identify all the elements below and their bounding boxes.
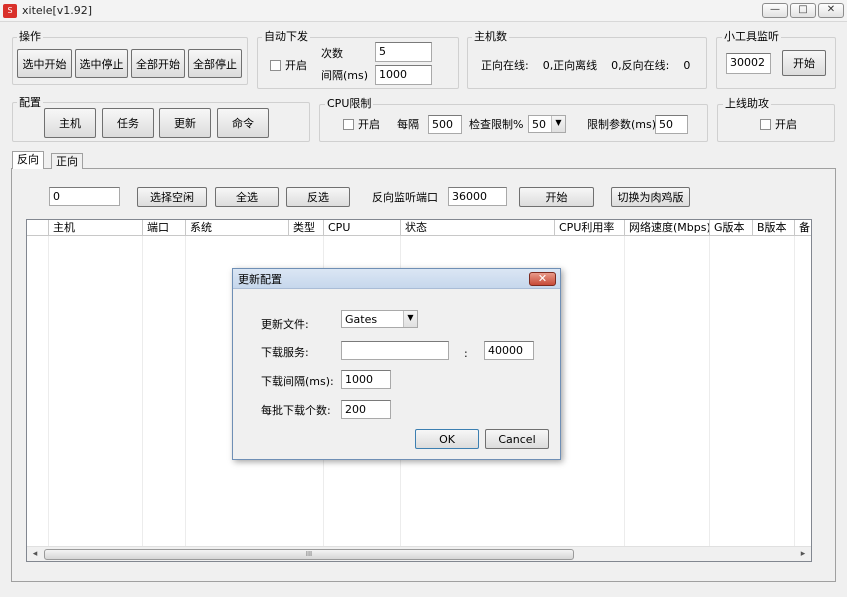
filter-input[interactable]: 0 bbox=[49, 187, 120, 206]
cpu-interval-input[interactable]: 500 bbox=[428, 115, 462, 134]
auto-dispatch-label: 自动下发 bbox=[262, 30, 310, 43]
tool-start-button[interactable]: 开始 bbox=[782, 50, 826, 76]
select-idle-button[interactable]: 选择空闲 bbox=[137, 187, 207, 207]
column-header-g-version[interactable]: G版本 bbox=[710, 220, 753, 236]
stop-all-button[interactable]: 全部停止 bbox=[188, 49, 242, 78]
column-header-port[interactable]: 端口 bbox=[143, 220, 186, 236]
column-header-network-speed[interactable]: 网络速度(Mbps) bbox=[625, 220, 710, 236]
batch-size-label: 每批下载个数: bbox=[261, 404, 331, 417]
select-all-button[interactable]: 全选 bbox=[215, 187, 279, 207]
grid-line bbox=[794, 236, 795, 546]
check-limit-value: 50 bbox=[532, 118, 546, 131]
scroll-left-arrow-icon[interactable]: ◂ bbox=[29, 548, 41, 560]
dialog-close-icon[interactable]: ✕ bbox=[529, 272, 556, 286]
window-title: xitele[v1.92] bbox=[22, 4, 93, 17]
hosts-stats: 正向在线: 0,正向离线 0,反向在线: 0 bbox=[481, 59, 691, 72]
ops-group-label: 操作 bbox=[17, 30, 43, 43]
tab-forward[interactable]: 正向 bbox=[51, 153, 83, 169]
stop-selected-button[interactable]: 选中停止 bbox=[75, 49, 128, 78]
check-limit-label: 检查限制% bbox=[469, 118, 524, 131]
update-config-dialog: 更新配置 ✕ 更新文件: Gates ▼ 下载服务: : 40000 下载间隔(… bbox=[232, 268, 561, 460]
column-header-host[interactable]: 主机 bbox=[49, 220, 143, 236]
grid-line bbox=[48, 236, 49, 546]
interval-label: 间隔(ms) bbox=[321, 69, 369, 82]
minimize-button[interactable]: — bbox=[762, 3, 788, 18]
switch-mode-button[interactable]: 切换为肉鸡版 bbox=[611, 187, 690, 207]
download-interval-input[interactable]: 1000 bbox=[341, 370, 391, 389]
tool-port-input[interactable]: 30002 bbox=[726, 53, 771, 74]
column-header-os[interactable]: 系统 bbox=[186, 220, 289, 236]
column-header-cpu[interactable]: CPU bbox=[324, 220, 401, 236]
invert-selection-button[interactable]: 反选 bbox=[286, 187, 350, 207]
check-limit-select[interactable]: 50 ▼ bbox=[528, 115, 566, 133]
limit-param-input[interactable]: 50 bbox=[655, 115, 688, 134]
column-header-b-version[interactable]: B版本 bbox=[753, 220, 795, 236]
cpu-limit-checkbox[interactable] bbox=[343, 119, 354, 130]
download-port-input[interactable]: 40000 bbox=[484, 341, 534, 360]
grid-line bbox=[142, 236, 143, 546]
dialog-title-bar bbox=[233, 269, 560, 289]
chevron-down-icon: ▼ bbox=[403, 311, 417, 327]
download-server-input[interactable] bbox=[341, 341, 449, 360]
interval-input[interactable]: 1000 bbox=[375, 65, 432, 85]
maximize-button[interactable]: □ bbox=[790, 3, 816, 18]
table-row-header bbox=[27, 220, 49, 236]
start-selected-button[interactable]: 选中开始 bbox=[17, 49, 72, 78]
update-file-label: 更新文件: bbox=[261, 318, 309, 331]
update-file-select[interactable]: Gates ▼ bbox=[341, 310, 418, 328]
grid-line bbox=[709, 236, 710, 546]
cpu-limit-label: CPU限制 bbox=[325, 97, 374, 110]
download-server-label: 下载服务: bbox=[261, 346, 309, 359]
column-header-remark[interactable]: 备 bbox=[795, 220, 811, 236]
count-input[interactable]: 5 bbox=[375, 42, 432, 62]
column-header-type[interactable]: 类型 bbox=[289, 220, 324, 236]
cpu-interval-label: 每隔 bbox=[397, 118, 419, 131]
hosts-label: 主机数 bbox=[472, 30, 509, 43]
ok-button[interactable]: OK bbox=[415, 429, 479, 449]
port-separator: : bbox=[464, 347, 468, 360]
close-button[interactable]: ✕ bbox=[818, 3, 844, 18]
tab-reverse[interactable]: 反向 bbox=[12, 151, 44, 169]
auto-dispatch-checkbox[interactable] bbox=[270, 60, 281, 71]
column-header-cpu-usage[interactable]: CPU利用率 bbox=[555, 220, 625, 236]
auto-dispatch-enable-label: 开启 bbox=[285, 59, 307, 72]
online-assist-checkbox[interactable] bbox=[760, 119, 771, 130]
column-header-status[interactable]: 状态 bbox=[401, 220, 555, 236]
update-file-value: Gates bbox=[345, 313, 378, 326]
count-label: 次数 bbox=[321, 47, 343, 60]
cpu-limit-enable-label: 开启 bbox=[358, 118, 380, 131]
listen-port-input[interactable]: 36000 bbox=[448, 187, 507, 206]
scroll-thumb[interactable]: III bbox=[44, 549, 574, 560]
online-assist-enable-label: 开启 bbox=[775, 118, 797, 131]
limit-param-label: 限制参数(ms) bbox=[587, 118, 657, 131]
config-label: 配置 bbox=[17, 96, 43, 109]
hosts-config-button[interactable]: 主机 bbox=[44, 108, 96, 138]
grid-line bbox=[185, 236, 186, 546]
online-assist-label: 上线助攻 bbox=[723, 97, 771, 110]
title-bar bbox=[0, 0, 847, 22]
listen-start-button[interactable]: 开始 bbox=[519, 187, 594, 207]
grid-line bbox=[624, 236, 625, 546]
dialog-title: 更新配置 bbox=[238, 273, 282, 286]
scroll-right-arrow-icon[interactable]: ▸ bbox=[797, 548, 809, 560]
listen-port-label: 反向监听端口 bbox=[372, 191, 438, 204]
chevron-down-icon: ▼ bbox=[551, 116, 565, 132]
command-config-button[interactable]: 命令 bbox=[217, 108, 269, 138]
tasks-config-button[interactable]: 任务 bbox=[102, 108, 154, 138]
batch-size-input[interactable]: 200 bbox=[341, 400, 391, 419]
horizontal-scrollbar[interactable]: ◂ III ▸ bbox=[27, 546, 811, 561]
app-icon: S bbox=[3, 4, 17, 18]
cancel-button[interactable]: Cancel bbox=[485, 429, 549, 449]
download-interval-label: 下载间隔(ms): bbox=[261, 375, 334, 388]
tool-listen-label: 小工具监听 bbox=[722, 30, 781, 43]
start-all-button[interactable]: 全部开始 bbox=[131, 49, 185, 78]
update-config-button[interactable]: 更新 bbox=[159, 108, 211, 138]
